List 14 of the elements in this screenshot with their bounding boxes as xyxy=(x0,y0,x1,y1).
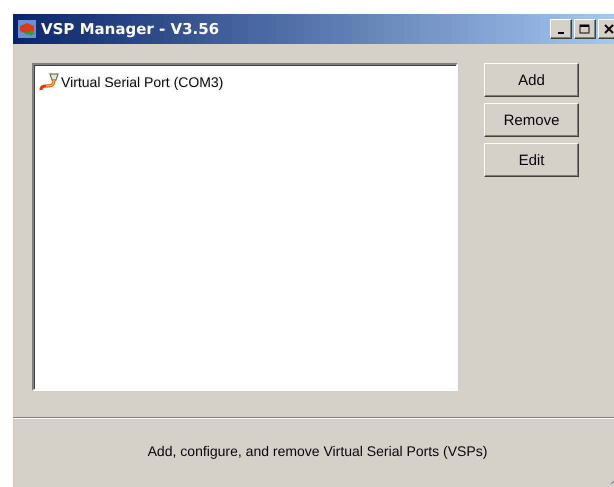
status-text: Add, configure, and remove Virtual Serial Ports (VSPs) xyxy=(148,443,488,459)
minimize-button[interactable] xyxy=(550,19,572,39)
action-button[interactable]: Add xyxy=(484,63,579,97)
port-item[interactable]: Virtual Serial Port (COM3) xyxy=(38,71,224,93)
window-title: VSP Manager - V3.56 xyxy=(41,20,220,38)
app-icon xyxy=(17,19,37,39)
maximize-button[interactable] xyxy=(574,19,596,39)
serial-cable-icon xyxy=(39,72,59,92)
action-button[interactable]: Remove xyxy=(484,103,579,137)
close-button[interactable] xyxy=(598,19,614,39)
minimize-icon xyxy=(558,32,564,34)
action-button[interactable]: Edit xyxy=(484,143,579,177)
maximize-icon xyxy=(579,24,591,34)
close-icon xyxy=(604,24,614,34)
